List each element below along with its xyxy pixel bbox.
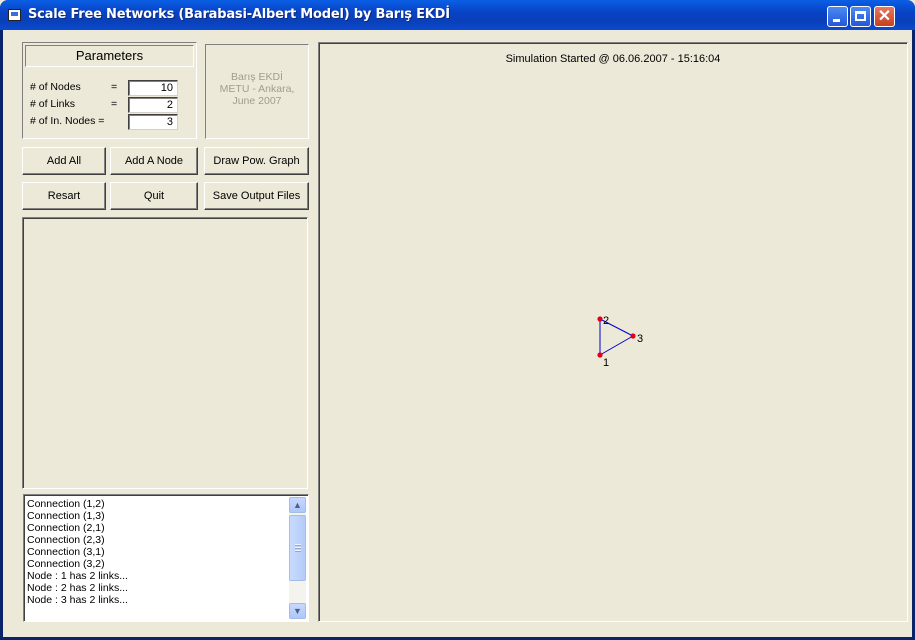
add-node-button[interactable]: Add A Node	[110, 147, 198, 175]
log-line: Connection (1,2)	[27, 498, 105, 510]
log-line: Connection (3,2)	[27, 558, 105, 570]
log-line: Connection (3,1)	[27, 546, 105, 558]
scroll-up-arrow-icon[interactable]: ▲	[289, 497, 306, 513]
add-all-button[interactable]: Add All	[22, 147, 106, 175]
nodes-label: # of Nodes	[30, 81, 81, 93]
app-icon[interactable]	[8, 9, 21, 21]
power-graph-canvas	[22, 217, 308, 489]
thumb-grip	[295, 550, 301, 552]
app-window: Scale Free Networks (Barabasi-Albert Mod…	[0, 0, 915, 640]
parameters-panel: Parameters # of Nodes = 10 # of Links = …	[22, 42, 197, 139]
maximize-button[interactable]	[850, 6, 871, 27]
maximize-icon	[855, 11, 866, 21]
close-icon: ✕	[877, 8, 892, 25]
graph-node-label: 3	[637, 333, 643, 345]
log-line: Node : 2 has 2 links...	[27, 582, 128, 594]
links-label: # of Links	[30, 98, 75, 110]
scroll-down-arrow-icon[interactable]: ▼	[289, 603, 306, 619]
credit-panel: Barış EKDİ METU - Ankara, June 2007	[205, 44, 309, 139]
log-lines: Connection (1,2) Connection (1,3) Connecti…	[27, 498, 289, 606]
scroll-thumb[interactable]	[289, 515, 306, 581]
links-input[interactable]: 2	[128, 97, 178, 113]
graph-node	[630, 333, 636, 339]
log-line: Connection (2,3)	[27, 534, 105, 546]
graph-node-label: 1	[603, 357, 609, 369]
minimize-button[interactable]	[827, 6, 848, 27]
graph-node-label: 2	[603, 315, 609, 327]
connection-log[interactable]: Connection (1,2) Connection (1,3) Connecti…	[23, 494, 309, 622]
log-line: Connection (1,3)	[27, 510, 105, 522]
graph-node	[597, 352, 603, 358]
thumb-grip	[295, 547, 301, 549]
links-equals: =	[111, 98, 118, 110]
save-output-files-button[interactable]: Save Output Files	[204, 182, 309, 210]
title-bar[interactable]: Scale Free Networks (Barabasi-Albert Mod…	[0, 0, 915, 30]
graph-edge	[599, 335, 634, 356]
thumb-grip	[295, 544, 301, 546]
network-graph-panel: Simulation Started @ 06.06.2007 - 15:16:…	[318, 42, 908, 622]
network-graph: 1 2 3	[597, 315, 643, 369]
nodes-input[interactable]: 10	[128, 80, 178, 96]
window-title: Scale Free Networks (Barabasi-Albert Mod…	[28, 7, 450, 22]
parameters-header: Parameters	[25, 45, 194, 67]
draw-power-graph-button[interactable]: Draw Pow. Graph	[204, 147, 309, 175]
initial-nodes-input[interactable]: 3	[128, 114, 178, 130]
log-line: Node : 1 has 2 links...	[27, 570, 128, 582]
graph-node	[597, 316, 603, 322]
restart-button[interactable]: Resart	[22, 182, 106, 210]
credit-date: June 2007	[232, 95, 282, 107]
minimize-icon	[833, 19, 840, 22]
log-scrollbar[interactable]: ▲ ▼	[289, 497, 306, 619]
quit-button[interactable]: Quit	[110, 182, 198, 210]
initial-nodes-label: # of In. Nodes =	[30, 115, 105, 127]
credit-institution: METU - Ankara,	[219, 83, 295, 95]
nodes-equals: =	[111, 81, 118, 93]
close-button[interactable]: ✕	[874, 6, 895, 27]
log-line: Connection (2,1)	[27, 522, 105, 534]
log-line: Node : 3 has 2 links...	[27, 594, 128, 606]
credit-text: Barış EKDİ METU - Ankara, June 2007	[206, 71, 308, 107]
credit-author: Barış EKDİ	[231, 71, 283, 83]
